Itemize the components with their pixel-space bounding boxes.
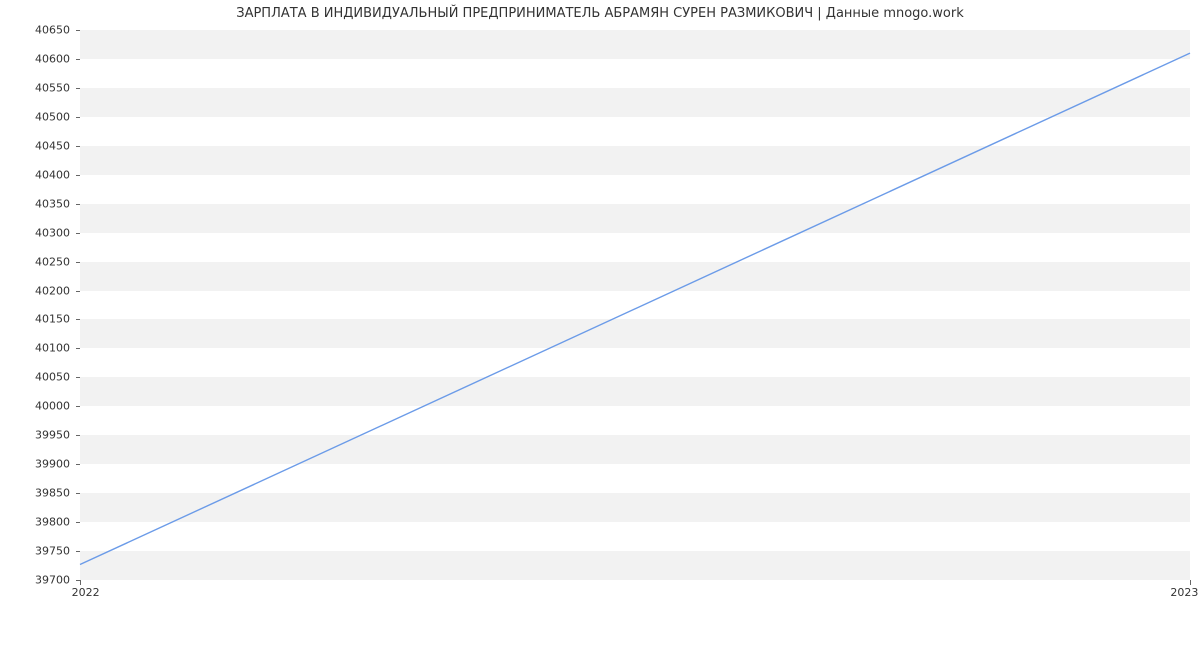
y-tick-mark: [76, 435, 80, 436]
y-tick-label: 40350: [0, 197, 70, 210]
y-tick-mark: [76, 146, 80, 147]
y-tick-mark: [76, 493, 80, 494]
y-tick-mark: [76, 464, 80, 465]
y-tick-label: 39700: [0, 574, 70, 587]
series-line: [80, 53, 1190, 564]
y-tick-mark: [76, 59, 80, 60]
plot-area: [80, 30, 1190, 580]
y-tick-mark: [76, 30, 80, 31]
y-tick-label: 40300: [0, 226, 70, 239]
y-tick-mark: [76, 175, 80, 176]
y-tick-label: 39750: [0, 545, 70, 558]
y-tick-mark: [76, 522, 80, 523]
y-tick-label: 40000: [0, 400, 70, 413]
salary-line-chart: ЗАРПЛАТА В ИНДИВИДУАЛЬНЫЙ ПРЕДПРИНИМАТЕЛ…: [0, 0, 1200, 620]
y-tick-label: 40200: [0, 284, 70, 297]
y-tick-label: 39950: [0, 429, 70, 442]
y-tick-mark: [76, 348, 80, 349]
y-tick-label: 40600: [0, 52, 70, 65]
y-tick-mark: [76, 88, 80, 89]
x-tick-label: 2022: [72, 586, 100, 599]
x-tick-mark: [80, 580, 81, 585]
y-tick-mark: [76, 233, 80, 234]
y-tick-label: 40250: [0, 255, 70, 268]
y-tick-mark: [76, 262, 80, 263]
y-tick-label: 39900: [0, 458, 70, 471]
y-tick-label: 40050: [0, 371, 70, 384]
y-tick-label: 39850: [0, 487, 70, 500]
y-tick-mark: [76, 406, 80, 407]
x-tick-label: 2023: [1170, 586, 1198, 599]
line-layer: [80, 30, 1190, 579]
y-tick-label: 40450: [0, 139, 70, 152]
y-tick-label: 40100: [0, 342, 70, 355]
y-tick-label: 40500: [0, 110, 70, 123]
y-tick-mark: [76, 377, 80, 378]
x-tick-mark: [1190, 580, 1191, 585]
y-tick-mark: [76, 117, 80, 118]
y-tick-mark: [76, 291, 80, 292]
chart-title: ЗАРПЛАТА В ИНДИВИДУАЛЬНЫЙ ПРЕДПРИНИМАТЕЛ…: [0, 6, 1200, 21]
y-tick-label: 40650: [0, 24, 70, 37]
y-tick-mark: [76, 319, 80, 320]
y-tick-mark: [76, 204, 80, 205]
y-tick-label: 40150: [0, 313, 70, 326]
y-tick-label: 39800: [0, 516, 70, 529]
y-tick-mark: [76, 551, 80, 552]
y-tick-label: 40400: [0, 168, 70, 181]
y-tick-label: 40550: [0, 81, 70, 94]
